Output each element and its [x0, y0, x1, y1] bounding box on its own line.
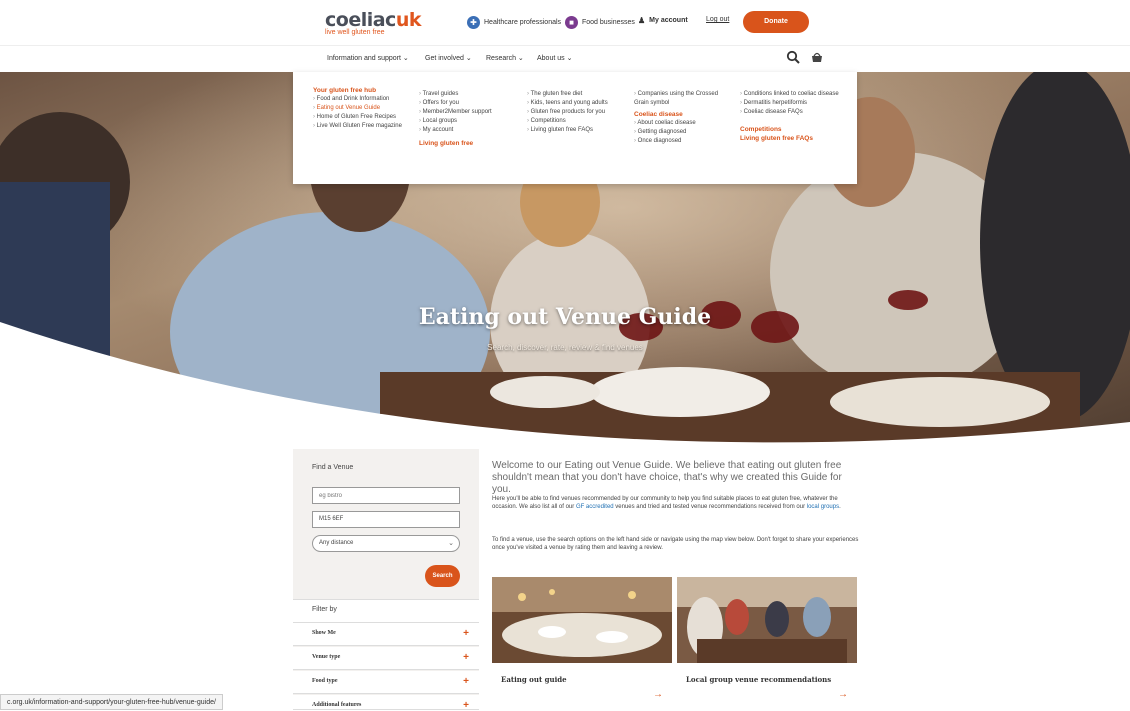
menu-item[interactable]: Living gluten free FAQs	[527, 126, 625, 135]
menu-item[interactable]: Getting diagnosed	[634, 128, 730, 137]
browser-status-url: c.org.uk/information-and-support/your-gl…	[0, 694, 223, 710]
menu-item[interactable]: Live Well Gluten Free magazine	[313, 122, 411, 131]
instructions-paragraph: To find a venue, use the search options …	[492, 537, 859, 551]
search-icon[interactable]	[786, 50, 800, 64]
mega-menu: Your gluten free hub Food and Drink Info…	[293, 72, 857, 184]
healthcare-link-label: Healthcare professionals	[484, 19, 562, 26]
find-venue-title: Find a Venue	[312, 464, 354, 471]
menu-item[interactable]: Member2Member support	[419, 108, 517, 117]
page-subtitle: Search, discover, rate, review & find ve…	[487, 343, 643, 352]
menu-item[interactable]: Home of Gluten Free Recipes	[313, 113, 411, 122]
person-icon: ♟	[638, 16, 646, 25]
basket-icon[interactable]	[810, 50, 824, 64]
welcome-intro: Welcome to our Eating out Venue Guide. W…	[492, 460, 842, 495]
menu-item[interactable]: Food and Drink Information	[313, 95, 411, 104]
menu-item[interactable]: Dermatitis herpetiformis	[740, 99, 844, 108]
card-title: Eating out guide	[501, 675, 567, 684]
menu-item[interactable]: Gluten free products for you	[527, 108, 625, 117]
filter-show-me[interactable]: Show Me +	[293, 623, 479, 646]
filter-food-type[interactable]: Food type +	[293, 671, 479, 694]
plus-icon: +	[463, 676, 469, 687]
menu-column-3: The gluten free diet Kids, teens and you…	[527, 90, 625, 135]
menu-item[interactable]: Offers for you	[419, 99, 517, 108]
store-icon: ■	[565, 16, 578, 29]
donate-button[interactable]: Donate	[743, 11, 809, 33]
page-title: Eating out Venue Guide	[418, 304, 712, 330]
chevron-down-icon: ⌄	[402, 55, 409, 62]
intro-paragraph: Here you'll be able to find venues recom…	[492, 496, 841, 510]
nav-information-and-support[interactable]: Information and support ⌄	[327, 54, 409, 62]
menu-heading[interactable]: Your gluten free hub	[313, 86, 411, 95]
eating-out-guide-card[interactable]: Eating out guide →	[492, 577, 672, 710]
search-button[interactable]: Search	[425, 565, 460, 587]
distance-select[interactable]: Any distance ⌄	[312, 535, 460, 552]
group-dining-photo	[677, 577, 857, 663]
postcode-input[interactable]: M15 6EF	[312, 511, 460, 528]
logo-wordmark: coeliacuk	[325, 9, 421, 31]
logout-link[interactable]: Log out	[706, 16, 729, 23]
chevron-down-icon: ⌄	[517, 55, 524, 62]
filter-label: Venue type	[312, 654, 341, 660]
menu-item[interactable]: About coeliac disease	[634, 119, 730, 128]
menu-heading[interactable]: Coeliac disease	[634, 110, 730, 119]
gf-accredited-link[interactable]: GF accredited	[576, 504, 614, 510]
filter-label: Additional features	[312, 702, 362, 708]
filter-venue-type[interactable]: Venue type +	[293, 647, 479, 670]
food-businesses-link[interactable]: ■ Food businesses	[565, 16, 635, 29]
menu-heading[interactable]: Living gluten free FAQs	[740, 134, 844, 143]
healthcare-link[interactable]: ✚ Healthcare professionals	[467, 16, 561, 29]
filter-additional-features[interactable]: Additional features +	[293, 695, 479, 711]
local-groups-link[interactable]: local groups	[807, 504, 839, 510]
nav-research[interactable]: Research ⌄	[486, 54, 524, 62]
menu-item[interactable]: Travel guides	[419, 90, 517, 99]
filter-label: Food type	[312, 678, 338, 684]
menu-item[interactable]: Companies using the Crossed Grain symbol	[634, 90, 730, 108]
menu-heading[interactable]: Living gluten free	[419, 139, 517, 148]
food-businesses-link-label: Food businesses	[582, 19, 635, 26]
menu-item-active[interactable]: Eating out Venue Guide	[313, 104, 411, 113]
chevron-down-icon: ⌄	[448, 540, 454, 547]
stethoscope-icon: ✚	[467, 16, 480, 29]
menu-column-1: Your gluten free hub Food and Drink Info…	[313, 86, 411, 131]
chevron-down-icon: ⌄	[465, 55, 472, 62]
main-nav: Information and support ⌄ Get involved ⌄…	[0, 46, 1130, 72]
menu-item[interactable]: Coeliac disease FAQs	[740, 108, 844, 117]
restaurant-table-photo	[492, 577, 672, 663]
arrow-right-icon: →	[653, 689, 663, 700]
keyword-input[interactable]	[312, 487, 460, 504]
plus-icon: +	[463, 652, 469, 663]
menu-item[interactable]: Competitions	[527, 117, 625, 126]
nav-get-involved[interactable]: Get involved ⌄	[425, 54, 472, 62]
menu-item[interactable]: Local groups	[419, 117, 517, 126]
chevron-down-icon: ⌄	[566, 55, 573, 62]
menu-item[interactable]: Conditions linked to coeliac disease	[740, 90, 844, 99]
arrow-right-icon: →	[838, 689, 848, 700]
menu-item[interactable]: Kids, teens and young adults	[527, 99, 625, 108]
card-title: Local group venue recommendations	[686, 675, 832, 684]
top-bar: coeliacuk live well gluten free ✚ Health…	[0, 0, 1130, 46]
menu-column-2: Travel guides Offers for you Member2Memb…	[419, 90, 517, 148]
plus-icon: +	[463, 700, 469, 711]
menu-item[interactable]: Once diagnosed	[634, 137, 730, 146]
menu-column-4: Companies using the Crossed Grain symbol…	[634, 90, 730, 146]
my-account-link[interactable]: ♟ My account	[638, 16, 688, 25]
menu-item[interactable]: The gluten free diet	[527, 90, 625, 99]
filter-label: Show Me	[312, 630, 336, 636]
nav-about-us[interactable]: About us ⌄	[537, 54, 572, 62]
plus-icon: +	[463, 628, 469, 639]
menu-column-5: Conditions linked to coeliac disease Der…	[740, 90, 844, 143]
menu-heading[interactable]: Competitions	[740, 125, 844, 134]
filter-title: Filter by	[312, 606, 337, 613]
distance-select-value: Any distance	[319, 540, 354, 546]
local-group-venues-card[interactable]: Local group venue recommendations →	[677, 577, 857, 710]
my-account-link-label: My account	[649, 17, 688, 24]
coeliac-uk-logo[interactable]: coeliacuk live well gluten free	[325, 9, 421, 39]
menu-item[interactable]: My account	[419, 126, 517, 135]
